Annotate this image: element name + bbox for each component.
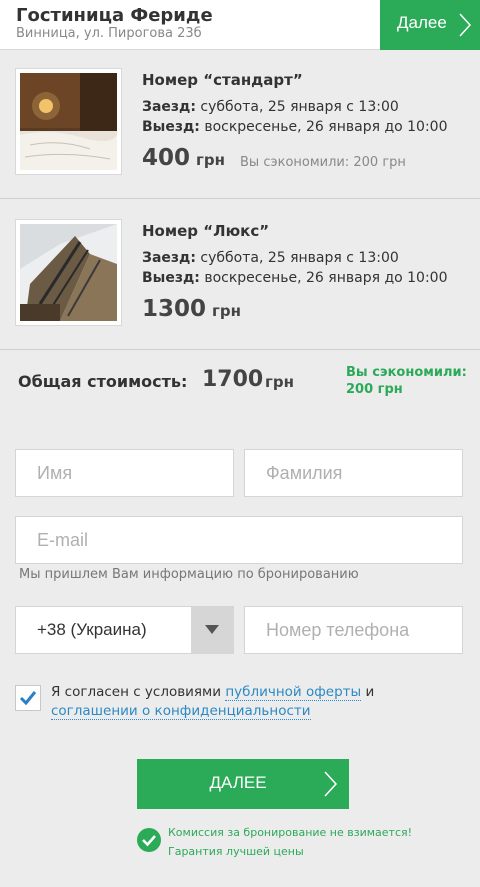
agree-and: и [361, 684, 375, 700]
checkin-value: суббота, 25 января с 13:00 [195, 250, 399, 266]
agree-text: Я согласен с условиями публичной оферты … [51, 683, 471, 721]
hotel-address: Винница, ул. Пирогова 23б [16, 26, 202, 41]
room-standard-title: Номер “стандарт” [142, 71, 303, 89]
caret-down-icon [205, 625, 219, 634]
public-offer-link[interactable]: публичной оферты [225, 684, 362, 701]
first-name-input[interactable] [15, 449, 234, 497]
checkout-value: воскресенье, 26 января до 10:00 [199, 270, 448, 286]
checkin-value: суббота, 25 января с 13:00 [195, 99, 399, 115]
checkout-label: Выезд: [142, 119, 200, 135]
checkmark-icon [19, 691, 37, 706]
checkout-label: Выезд: [142, 270, 200, 286]
next-button-label: Далее [397, 13, 447, 32]
email-input[interactable] [15, 516, 463, 564]
total-saved-line1: Вы сэкономили: [346, 365, 467, 380]
hotel-name: Гостиница Фериде [16, 5, 213, 26]
divider [0, 349, 480, 350]
country-code-value: +38 (Украина) [37, 620, 147, 639]
room-lux-price: 1300 грн [142, 296, 241, 322]
next-button[interactable]: Далее [380, 0, 480, 50]
chevron-right-icon [324, 771, 338, 797]
header: Гостиница Фериде Винница, ул. Пирогова 2… [0, 0, 480, 50]
checkin-label: Заезд: [142, 99, 196, 115]
last-name-input[interactable] [244, 449, 463, 497]
price-value: 1300 [142, 296, 207, 322]
booking-notes: Комиссия за бронирование не взимается! Г… [168, 823, 412, 861]
note-no-commission: Комиссия за бронирование не взимается! [168, 826, 413, 839]
email-hint: Мы пришлем Вам информацию по бронировани… [19, 567, 359, 582]
divider [0, 198, 480, 199]
dropdown-toggle[interactable] [191, 607, 234, 653]
country-code-select[interactable]: +38 (Украина) [15, 606, 234, 654]
checkin-label: Заезд: [142, 250, 196, 266]
chevron-right-icon [459, 13, 472, 37]
submit-button-label: ДАЛЕЕ [209, 773, 267, 792]
room-standard-checkout: Выезд: воскресенье, 26 января до 10:00 [142, 119, 448, 135]
total-label: Общая стоимость: [18, 372, 188, 391]
agree-prefix: Я согласен с условиями [51, 684, 226, 700]
price-value: 400 [142, 145, 191, 171]
room-lux-title: Номер “Люкс” [142, 222, 270, 240]
price-currency: грн [212, 302, 241, 320]
room-lux-photo[interactable] [15, 219, 122, 326]
room-lux-checkin: Заезд: суббота, 25 января с 13:00 [142, 250, 399, 266]
price-currency: грн [196, 151, 225, 169]
room-standard-price: 400 грн [142, 145, 225, 171]
room-lux-checkout: Выезд: воскресенье, 26 января до 10:00 [142, 270, 448, 286]
submit-button[interactable]: ДАЛЕЕ [137, 759, 349, 809]
total-currency: грн [265, 373, 294, 391]
room-photo-image [20, 73, 117, 170]
privacy-agreement-link[interactable]: соглашении о конфиденциальности [51, 703, 311, 720]
room-photo-image [20, 224, 117, 321]
total-saved: Вы сэкономили: 200 грн [346, 364, 467, 398]
checkout-value: воскресенье, 26 января до 10:00 [199, 119, 448, 135]
total-saved-line2: 200 грн [346, 382, 403, 397]
agree-checkbox[interactable] [15, 685, 41, 711]
room-standard-checkin: Заезд: суббота, 25 января с 13:00 [142, 99, 399, 115]
note-best-price: Гарантия лучшей цены [168, 845, 304, 858]
check-circle-icon [137, 828, 161, 852]
total-value: 1700 [202, 367, 264, 392]
phone-input[interactable] [244, 606, 463, 654]
room-standard-photo[interactable] [15, 68, 122, 175]
room-standard-saved: Вы сэкономили: 200 грн [240, 155, 406, 170]
